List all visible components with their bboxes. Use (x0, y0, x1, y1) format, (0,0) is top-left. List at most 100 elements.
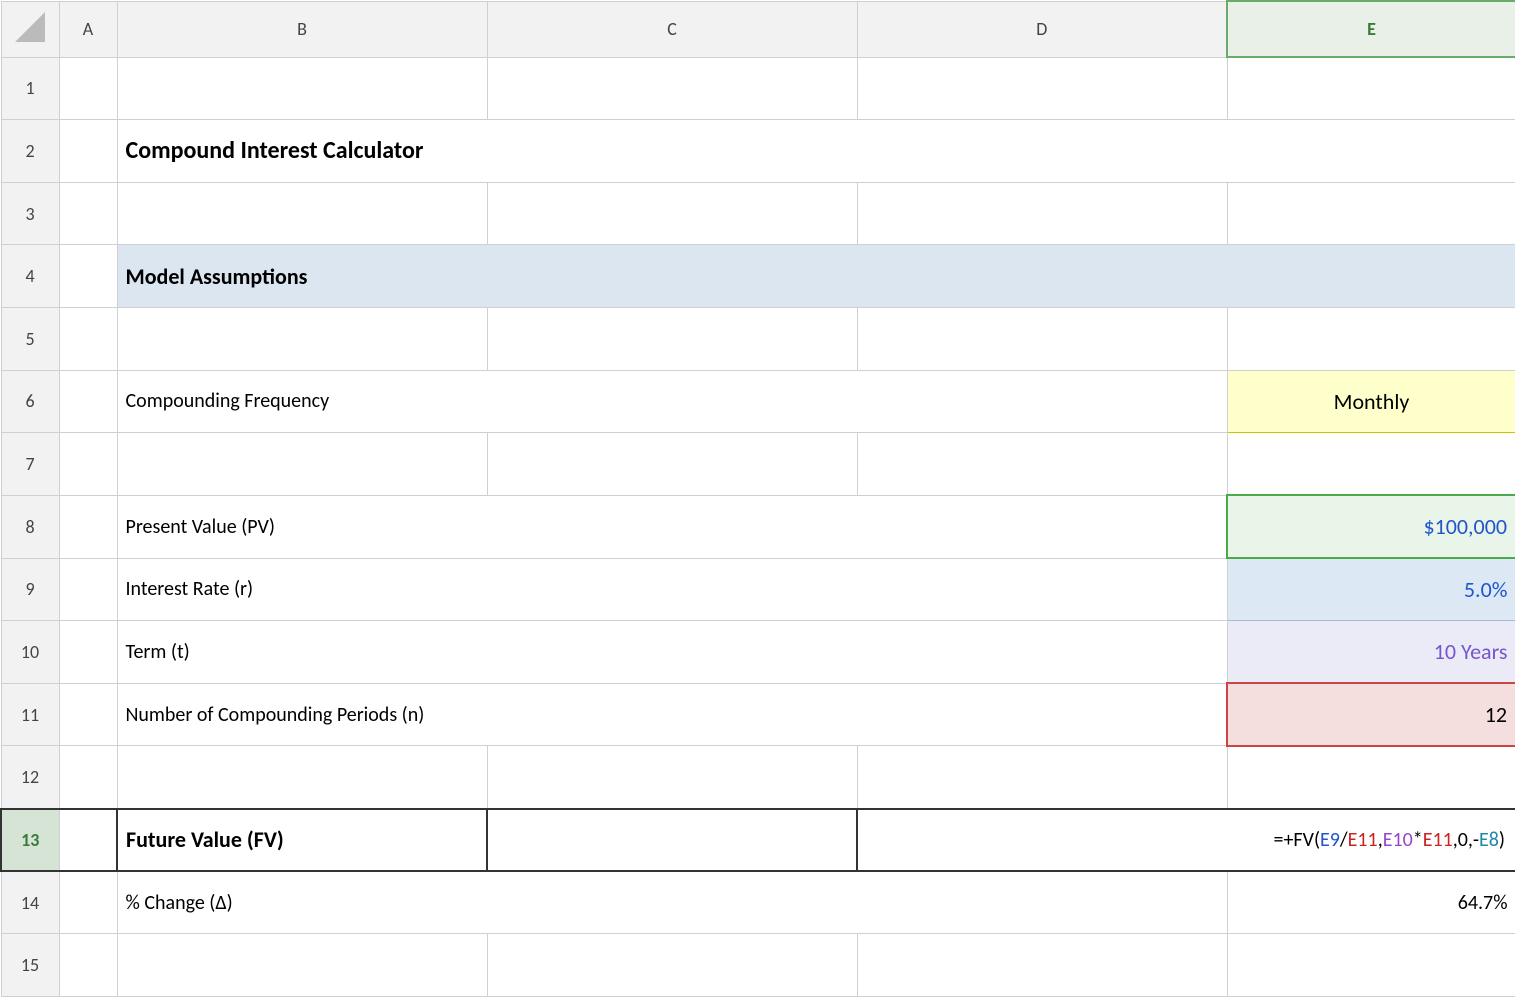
cell-e5 (1227, 308, 1515, 371)
row-8: 8 Present Value (PV) $100,000 (1, 495, 1515, 558)
cell-b4-section: Model Assumptions (117, 245, 1515, 308)
cell-c7 (487, 433, 857, 496)
cell-a3 (59, 182, 117, 245)
cell-b3 (117, 182, 487, 245)
row-num-13: 13 (1, 809, 59, 872)
row-3: 3 (1, 182, 1515, 245)
cell-b7 (117, 433, 487, 496)
cell-d15 (857, 934, 1227, 997)
col-header-b: B (117, 1, 487, 57)
row-11: 11 Number of Compounding Periods (n) 12 (1, 683, 1515, 746)
cell-e12 (1227, 746, 1515, 809)
cell-e6-monthly[interactable]: Monthly (1227, 370, 1515, 433)
col-header-e: E (1227, 1, 1515, 57)
cell-a14 (59, 871, 117, 934)
cell-a13 (59, 809, 117, 872)
cell-e10-term[interactable]: 10 Years (1227, 621, 1515, 684)
cell-e7 (1227, 433, 1515, 496)
row-num-3: 3 (1, 182, 59, 245)
formula-suffix: ,0,- (1453, 828, 1479, 852)
cell-d12 (857, 746, 1227, 809)
row-num-9: 9 (1, 558, 59, 621)
formula-prefix: =+FV( (1273, 828, 1320, 852)
row-num-4: 4 (1, 245, 59, 308)
spreadsheet: A B C D E 1 2 Compound Interest Calculat… (0, 0, 1515, 997)
cell-e14-pct: 64.7% (1227, 871, 1515, 934)
row-num-8: 8 (1, 495, 59, 558)
cell-a10 (59, 621, 117, 684)
cell-a7 (59, 433, 117, 496)
cell-e8-pv[interactable]: $100,000 (1227, 495, 1515, 558)
cell-c13 (487, 809, 857, 872)
row-14: 14 % Change (Δ) 64.7% (1, 871, 1515, 934)
row-num-2: 2 (1, 120, 59, 183)
row-num-12: 12 (1, 746, 59, 809)
cell-c1 (487, 57, 857, 120)
cell-a4 (59, 245, 117, 308)
cell-a2 (59, 120, 117, 183)
formula-e10: E10 (1383, 828, 1413, 852)
cell-d3 (857, 182, 1227, 245)
col-header-c: C (487, 1, 857, 57)
formula-star: * (1413, 828, 1423, 852)
row-7: 7 (1, 433, 1515, 496)
formula-e11b: E11 (1423, 828, 1453, 852)
cell-de13-formula: =+FV(E9/E11,E10*E11,0,-E8) (857, 809, 1515, 872)
cell-e11-n[interactable]: 12 (1227, 683, 1515, 746)
row-1: 1 (1, 57, 1515, 120)
cell-b13-fv-label: Future Value (FV) (117, 809, 487, 872)
cell-e3 (1227, 182, 1515, 245)
cell-b10-label: Term (t) (117, 621, 1227, 684)
formula-e8: E8 (1479, 828, 1499, 852)
cell-b12 (117, 746, 487, 809)
row-5: 5 (1, 308, 1515, 371)
cell-e1 (1227, 57, 1515, 120)
cell-b5 (117, 308, 487, 371)
row-9: 9 Interest Rate (r) 5.0% (1, 558, 1515, 621)
cell-d7 (857, 433, 1227, 496)
cell-a12 (59, 746, 117, 809)
row-10: 10 Term (t) 10 Years (1, 621, 1515, 684)
cell-a5 (59, 308, 117, 371)
cell-a11 (59, 683, 117, 746)
row-num-11: 11 (1, 683, 59, 746)
row-num-15: 15 (1, 934, 59, 997)
cell-b1 (117, 57, 487, 120)
cell-e15 (1227, 934, 1515, 997)
cell-b8-label: Present Value (PV) (117, 495, 1227, 558)
row-2: 2 Compound Interest Calculator (1, 120, 1515, 183)
row-num-6: 6 (1, 370, 59, 433)
cell-b14-label: % Change (Δ) (117, 871, 1227, 934)
row-15: 15 (1, 934, 1515, 997)
row-4: 4 Model Assumptions (1, 245, 1515, 308)
col-header-d: D (857, 1, 1227, 57)
cell-a1 (59, 57, 117, 120)
cell-b11-label: Number of Compounding Periods (n) (117, 683, 1227, 746)
cell-e9-ir[interactable]: 5.0% (1227, 558, 1515, 621)
cell-a15 (59, 934, 117, 997)
row-6: 6 Compounding Frequency Monthly (1, 370, 1515, 433)
formula-e9: E9 (1320, 828, 1340, 852)
row-13: 13 Future Value (FV) =+FV(E9/E11,E10*E11… (1, 809, 1515, 872)
cell-d5 (857, 308, 1227, 371)
cell-c5 (487, 308, 857, 371)
cell-c3 (487, 182, 857, 245)
cell-b9-label: Interest Rate (r) (117, 558, 1227, 621)
cell-b2-title: Compound Interest Calculator (117, 120, 1515, 183)
cell-b6-label: Compounding Frequency (117, 370, 1227, 433)
cell-a6 (59, 370, 117, 433)
col-header-a: A (59, 1, 117, 57)
cell-c12 (487, 746, 857, 809)
formula-close: ) (1499, 828, 1505, 852)
formula-slash: / (1340, 828, 1348, 852)
row-12: 12 (1, 746, 1515, 809)
row-num-1: 1 (1, 57, 59, 120)
cell-a9 (59, 558, 117, 621)
corner-cell (1, 1, 59, 57)
row-num-14: 14 (1, 871, 59, 934)
cell-c15 (487, 934, 857, 997)
cell-d1 (857, 57, 1227, 120)
row-num-5: 5 (1, 308, 59, 371)
row-num-10: 10 (1, 621, 59, 684)
cell-b15 (117, 934, 487, 997)
